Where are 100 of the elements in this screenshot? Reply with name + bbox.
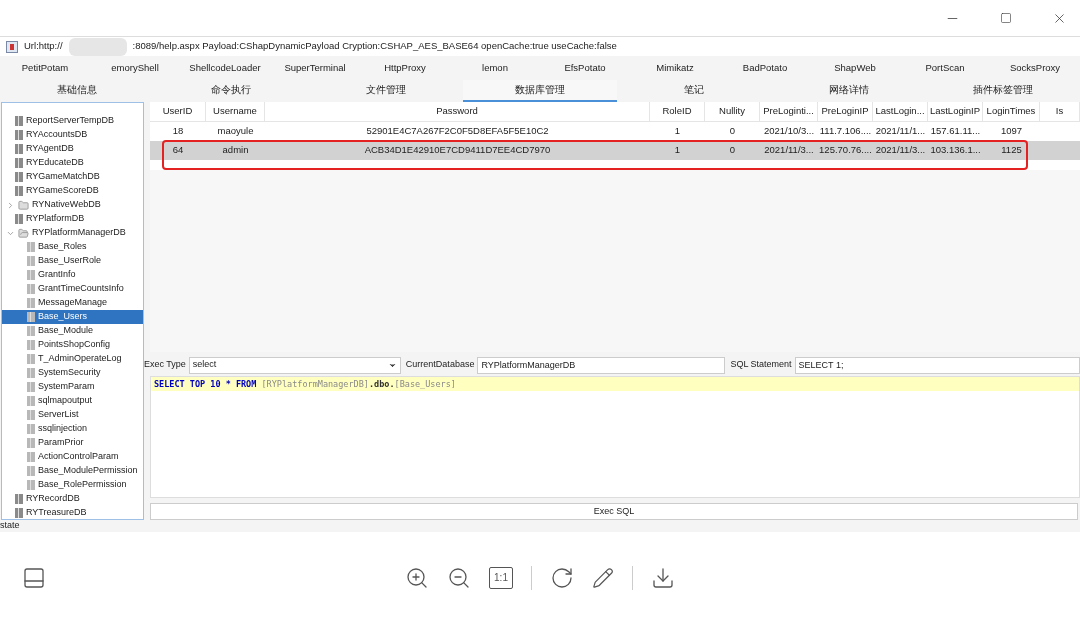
plugin-tab[interactable]: EfsPotato <box>540 60 630 76</box>
table-icon <box>27 438 35 448</box>
tree-item[interactable]: ParamPrior <box>2 436 143 450</box>
tree-item[interactable]: GrantTimeCountsInfo <box>2 282 143 296</box>
tree-item[interactable]: RYNativeWebDB <box>2 198 143 212</box>
folder-icon <box>18 227 29 239</box>
tree-item[interactable]: SystemSecurity <box>2 366 143 380</box>
column-header[interactable]: LastLogin... <box>873 102 928 121</box>
exec-type-label: Exec Type <box>144 358 186 372</box>
column-header[interactable]: Password <box>265 102 650 121</box>
tree-item[interactable]: RYRecordDB <box>2 492 143 506</box>
table-icon <box>27 382 35 392</box>
tree-item[interactable]: PointsShopConfig <box>2 338 143 352</box>
tree-item[interactable]: RYPlatformManagerDB <box>2 226 143 240</box>
main-tab[interactable]: 命令执行 <box>154 80 309 102</box>
database-field[interactable]: RYPlatformManagerDB <box>477 356 726 374</box>
actual-size-button[interactable]: 1:1 <box>489 566 513 589</box>
maximize-button[interactable] <box>1000 12 1012 24</box>
tree-item[interactable]: ssqlinjection <box>2 422 143 436</box>
tree-item[interactable]: RYGameScoreDB <box>2 184 143 198</box>
tree-item[interactable]: RYGameMatchDB <box>2 170 143 184</box>
plugin-tab[interactable]: ShellcodeLoader <box>180 60 270 76</box>
tree-item[interactable]: Base_ModulePermission <box>2 464 143 478</box>
edit-icon[interactable] <box>592 566 614 589</box>
plugin-tab[interactable]: PortScan <box>900 60 990 76</box>
tree-item[interactable]: RYAgentDB <box>2 142 143 156</box>
plugin-tab[interactable]: PetitPotam <box>0 60 90 76</box>
table-cell-text: 125.70.76.... <box>818 143 873 158</box>
table-icon <box>27 424 35 434</box>
tree-item[interactable]: ServerList <box>2 408 143 422</box>
tree-item[interactable]: Base_Module <box>2 324 143 338</box>
tree-item[interactable]: RYTreasureDB <box>2 506 143 519</box>
column-header[interactable]: LoginTimes <box>983 102 1040 121</box>
tree-item[interactable]: sqlmapoutput <box>2 394 143 408</box>
plugin-tab[interactable]: BadPotato <box>720 60 810 76</box>
table-cell-text: 64 <box>171 143 185 158</box>
database-icon <box>15 158 23 168</box>
plugin-tab[interactable]: SuperTerminal <box>270 60 360 76</box>
table-icon <box>27 466 35 476</box>
table-cell-text: 157.61.11... <box>929 124 982 139</box>
tree-item[interactable]: RYAccountsDB <box>2 128 143 142</box>
column-header[interactable]: RoleID <box>650 102 705 121</box>
database-icon <box>15 116 23 126</box>
database-icon <box>15 186 23 196</box>
column-header[interactable]: UserID <box>150 102 206 121</box>
main-tab[interactable]: 笔记 <box>617 80 772 102</box>
tree-item[interactable]: RYEducateDB <box>2 156 143 170</box>
sql-editor[interactable]: SELECT TOP 10 * FROM [RYPlatformManagerDB].dbo.[Base_Users] <box>150 376 1080 498</box>
main-tab[interactable]: 基础信息 <box>0 80 155 102</box>
tree-item[interactable]: T_AdminOperateLog <box>2 352 143 366</box>
plugin-tab[interactable]: SocksProxy <box>990 60 1080 76</box>
column-header[interactable]: Nullity <box>705 102 760 121</box>
tree-item[interactable]: SystemParam <box>2 380 143 394</box>
app-icon <box>6 40 18 53</box>
rotate-icon[interactable] <box>550 565 574 590</box>
table-icon <box>27 480 35 490</box>
tree-item[interactable]: Base_RolePermission <box>2 478 143 492</box>
tree-item[interactable]: Base_Roles <box>2 240 143 254</box>
table-cell-text: 52901E4C7A267F2C0F5D8EFA5F5E10C2 <box>365 124 550 139</box>
plugin-tab[interactable]: lemon <box>450 60 540 76</box>
table-cell-text: 2021/10/3... <box>762 124 816 139</box>
column-header[interactable]: Username <box>206 102 265 121</box>
plugin-tab[interactable]: HttpProxy <box>360 60 450 76</box>
table-row[interactable]: 18 maoyule 52901E4C7A267F2C0F5D8EFA5F5E10C2 1 0 2021/10/3... 111.7.106.... 2021/11/1... 157.61.11... 1097 <box>150 122 1080 141</box>
database-icon <box>15 144 23 154</box>
table-cell-text: 1097 <box>999 124 1024 139</box>
plugin-tab[interactable]: ShapWeb <box>810 60 900 76</box>
column-header[interactable]: PreLoginti... <box>760 102 818 121</box>
layout-icon[interactable] <box>22 565 46 590</box>
main-tab[interactable]: 网络详情 <box>771 80 926 102</box>
table-cell-text: 1125 <box>1000 143 1023 158</box>
tree-item[interactable]: MessageManage <box>2 296 143 310</box>
exec-type-dropdown[interactable]: select <box>188 356 401 374</box>
column-header[interactable]: LastLoginIP <box>928 102 983 121</box>
tree-item[interactable]: RYPlatformDB <box>2 212 143 226</box>
table-cell-text: 0 <box>728 124 737 139</box>
main-tab[interactable]: 文件管理 <box>308 80 463 102</box>
tree-item[interactable]: ActionControlParam <box>2 450 143 464</box>
sql-statement-field[interactable]: SELECT 1; <box>794 356 1080 374</box>
plugin-tab[interactable]: Mimikatz <box>630 60 720 76</box>
zoom-out-icon[interactable] <box>447 565 471 590</box>
tree-item[interactable]: GrantInfo <box>2 268 143 282</box>
table-cell-text: ACB34D1E42910E7CD9411D7EE4CD7970 <box>363 143 552 158</box>
exec-sql-button[interactable]: Exec SQL <box>150 503 1078 520</box>
main-tab[interactable]: 插件标签管理 <box>925 80 1080 102</box>
main-tab[interactable]: 数据库管理 <box>462 80 618 102</box>
plugin-tab[interactable]: emoryShell <box>90 60 180 76</box>
zoom-in-icon[interactable] <box>405 565 429 590</box>
table-cell-text: 2021/11/3... <box>763 143 815 158</box>
url-text: Url:http:// <box>24 39 63 54</box>
tree-item[interactable]: ReportServerTempDB <box>2 114 143 128</box>
tree-item[interactable]: Base_UserRole <box>2 254 143 268</box>
tree-item[interactable]: Base_Users <box>2 310 143 324</box>
table-cell-text: 18 <box>171 124 185 139</box>
database-icon <box>15 214 23 224</box>
column-header[interactable]: PreLoginIP <box>818 102 873 121</box>
column-header[interactable]: Is <box>1040 102 1080 121</box>
table-row[interactable]: 64 admin ACB34D1E42910E7CD9411D7EE4CD7970 1 0 2021/11/3... 125.70.76.... 2021/11/3... 103.136.1... 1125 <box>150 141 1080 160</box>
table-cell-text: 0 <box>728 143 737 158</box>
url-text: :8089/help.aspx Payload:CShapDynamicPayload Cryption:CSHAP_AES_BASE64 openCache:true useCache:false <box>132 39 617 54</box>
